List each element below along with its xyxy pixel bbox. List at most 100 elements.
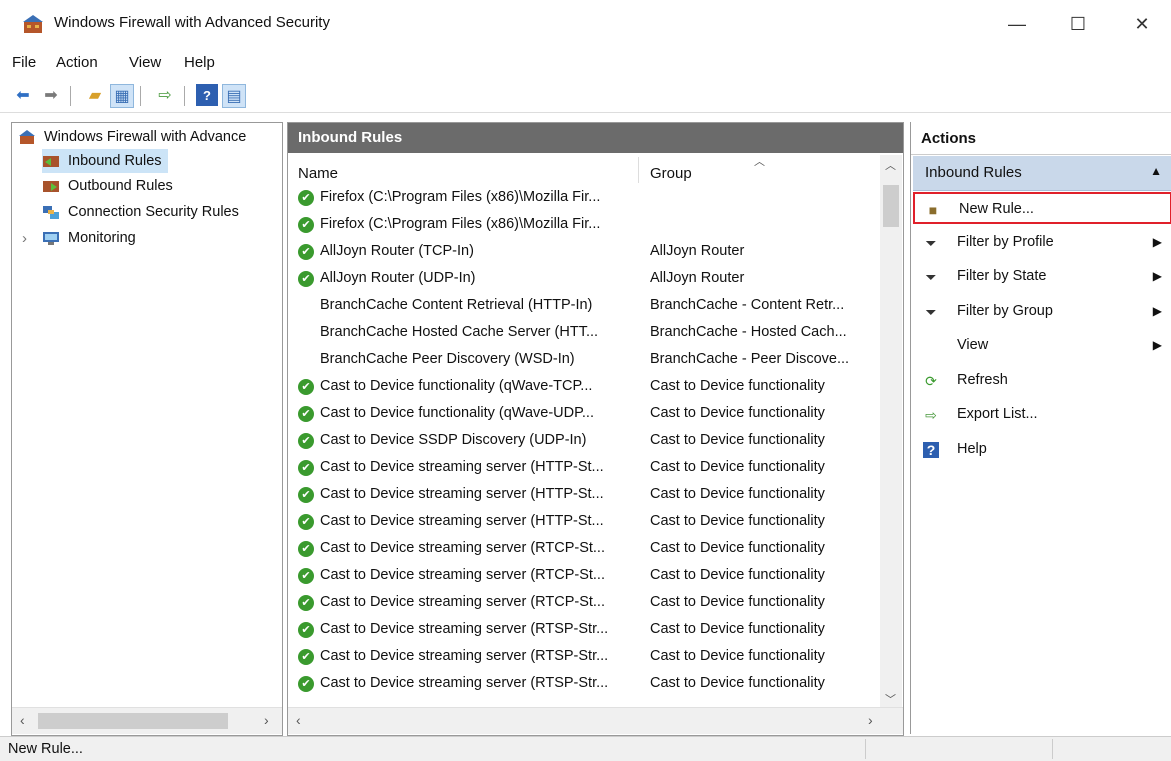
export-list-icon[interactable]: ⇨ bbox=[154, 84, 176, 106]
rule-enabled-check-icon: ✔ bbox=[298, 622, 314, 638]
rules-horizontal-scrollbar[interactable]: ‹ › bbox=[288, 707, 903, 734]
filter-icon: ⏷ bbox=[925, 234, 937, 251]
submenu-arrow-icon: ▶ bbox=[1152, 269, 1162, 283]
rules-vertical-scrollbar[interactable]: ︿ ﹀ bbox=[880, 155, 902, 707]
rule-row[interactable]: ✔ Cast to Device functionality (qWave-UDP… bbox=[288, 401, 878, 428]
rule-name: Cast to Device streaming server (HTTP-St… bbox=[320, 459, 604, 475]
rule-name: Cast to Device streaming server (HTTP-St… bbox=[320, 513, 604, 529]
collapse-caret-icon[interactable]: ▲ bbox=[1150, 164, 1162, 178]
rule-group: AllJoyn Router bbox=[650, 243, 745, 259]
rule-group: AllJoyn Router bbox=[650, 270, 745, 286]
action-export-list[interactable]: ⇨ Export List... bbox=[913, 399, 1171, 431]
menu-file[interactable]: File bbox=[12, 54, 36, 71]
menu-view[interactable]: View bbox=[129, 54, 161, 71]
scroll-down-icon[interactable]: ﹀ bbox=[885, 691, 896, 707]
column-divider[interactable] bbox=[638, 157, 639, 183]
scroll-right-icon[interactable]: › bbox=[264, 712, 269, 728]
submenu-arrow-icon: ▶ bbox=[1152, 234, 1162, 249]
close-button[interactable]: ✕ bbox=[1120, 6, 1164, 42]
column-header-group[interactable]: Group bbox=[650, 165, 692, 182]
tree-root[interactable]: Windows Firewall with Advance bbox=[18, 125, 246, 149]
rule-row[interactable]: ✔ AllJoyn Router (UDP-In) AllJoyn Router bbox=[288, 266, 878, 293]
back-arrow-icon[interactable]: ⬅ bbox=[12, 84, 34, 106]
rule-enabled-check-icon: ✔ bbox=[298, 244, 314, 260]
action-label: Help bbox=[957, 440, 987, 457]
scroll-right-icon[interactable]: › bbox=[868, 712, 873, 728]
column-header-name[interactable]: Name bbox=[298, 165, 338, 182]
tree-item-label: Monitoring bbox=[68, 230, 136, 246]
rule-row[interactable]: ✔ Firefox (C:\Program Files (x86)\Mozilla… bbox=[288, 212, 878, 239]
rule-group: Cast to Device functionality bbox=[650, 621, 825, 637]
action-filter-by-profile[interactable]: ⏷ Filter by Profile ▶ bbox=[913, 227, 1171, 259]
forward-arrow-icon[interactable]: ➡ bbox=[40, 84, 62, 106]
up-folder-icon[interactable]: ▰ bbox=[84, 84, 106, 106]
maximize-button[interactable]: ☐ bbox=[1056, 6, 1100, 42]
rule-enabled-check-icon: ✔ bbox=[298, 676, 314, 692]
menu-help[interactable]: Help bbox=[184, 54, 215, 71]
action-label: Filter by Profile bbox=[957, 233, 1054, 250]
rule-row[interactable]: BranchCache Hosted Cache Server (HTT... B… bbox=[288, 320, 878, 347]
rule-row[interactable]: ✔ Cast to Device streaming server (HTTP-S… bbox=[288, 482, 878, 509]
tree-item-monitoring[interactable]: › Monitoring bbox=[22, 226, 136, 250]
show-console-tree-icon[interactable]: ▦ bbox=[110, 84, 134, 108]
rule-group: BranchCache - Hosted Cach... bbox=[650, 324, 847, 340]
status-divider bbox=[865, 739, 866, 759]
rule-group: Cast to Device functionality bbox=[650, 675, 825, 691]
rule-row[interactable]: ✔ Cast to Device streaming server (RTCP-S… bbox=[288, 563, 878, 590]
action-filter-by-group[interactable]: ⏷ Filter by Group ▶ bbox=[913, 296, 1171, 328]
action-refresh[interactable]: ⟳ Refresh bbox=[913, 365, 1171, 397]
action-label: Filter by State bbox=[957, 268, 1047, 284]
tree-item-connection-security-rules[interactable]: Connection Security Rules bbox=[42, 200, 239, 224]
rule-row[interactable]: ✔ Firefox (C:\Program Files (x86)\Mozilla… bbox=[288, 185, 878, 212]
action-help[interactable]: ? Help bbox=[913, 434, 1171, 466]
firewall-app-icon bbox=[23, 15, 43, 33]
rule-group: Cast to Device functionality bbox=[650, 567, 825, 583]
status-divider bbox=[1052, 739, 1053, 759]
expand-chevron-icon[interactable]: › bbox=[22, 230, 38, 247]
action-view[interactable]: View ▶ bbox=[913, 330, 1171, 362]
rule-row[interactable]: BranchCache Content Retrieval (HTTP-In) B… bbox=[288, 293, 878, 320]
rule-row[interactable]: ✔ AllJoyn Router (TCP-In) AllJoyn Router bbox=[288, 239, 878, 266]
scroll-thumb[interactable] bbox=[38, 713, 228, 729]
rule-enabled-check-icon: ✔ bbox=[298, 406, 314, 422]
help-icon[interactable]: ? bbox=[196, 84, 218, 106]
action-filter-by-state[interactable]: ⏷ Filter by State ▶ bbox=[913, 261, 1171, 293]
rule-name: Cast to Device SSDP Discovery (UDP-In) bbox=[320, 432, 587, 448]
rule-row[interactable]: ✔ Cast to Device SSDP Discovery (UDP-In) C… bbox=[288, 428, 878, 455]
rule-row[interactable]: ✔ Cast to Device streaming server (RTSP-S… bbox=[288, 644, 878, 671]
sort-ascending-icon: ︿ bbox=[754, 156, 765, 168]
rule-enabled-check-icon: ✔ bbox=[298, 514, 314, 530]
action-label: View bbox=[957, 337, 989, 353]
toolbar-separator bbox=[140, 86, 141, 106]
scroll-up-icon[interactable]: ︿ bbox=[885, 157, 896, 173]
scroll-left-icon[interactable]: ‹ bbox=[296, 712, 301, 728]
scroll-left-icon[interactable]: ‹ bbox=[20, 712, 25, 728]
rule-row[interactable]: ✔ Cast to Device streaming server (HTTP-S… bbox=[288, 509, 878, 536]
rule-row[interactable]: ✔ Cast to Device streaming server (RTSP-S… bbox=[288, 617, 878, 644]
rule-row[interactable]: ✔ Cast to Device streaming server (RTCP-S… bbox=[288, 590, 878, 617]
rules-pane-title: Inbound Rules bbox=[298, 129, 403, 146]
rule-row[interactable]: ✔ Cast to Device streaming server (RTSP-S… bbox=[288, 671, 878, 698]
tree-horizontal-scrollbar[interactable]: ‹ › bbox=[12, 707, 282, 734]
rule-enabled-check-icon: ✔ bbox=[298, 487, 314, 503]
rule-enabled-check-icon: ✔ bbox=[298, 568, 314, 584]
refresh-icon: ⟳ bbox=[925, 372, 937, 389]
scroll-thumb[interactable] bbox=[883, 185, 899, 227]
actions-title-bar: Actions bbox=[911, 122, 1171, 155]
rule-name: BranchCache Peer Discovery (WSD-In) bbox=[320, 351, 575, 367]
tree-item-outbound-rules[interactable]: Outbound Rules bbox=[42, 174, 173, 198]
rule-row[interactable]: ✔ Cast to Device streaming server (HTTP-S… bbox=[288, 455, 878, 482]
action-label: Filter by Group bbox=[957, 302, 1053, 319]
show-action-pane-icon[interactable]: ▤ bbox=[222, 84, 246, 108]
action-new-rule[interactable]: ■ New Rule... bbox=[913, 192, 1171, 224]
rule-enabled-check-icon: ✔ bbox=[298, 379, 314, 395]
actions-section-inbound-rules[interactable]: Inbound Rules ▲ bbox=[913, 156, 1171, 191]
monitoring-icon bbox=[43, 232, 59, 245]
tree-item-inbound-rules[interactable]: Inbound Rules bbox=[42, 149, 168, 173]
rule-row[interactable]: ✔ Cast to Device functionality (qWave-TCP… bbox=[288, 374, 878, 401]
menu-action[interactable]: Action bbox=[56, 54, 98, 71]
rule-row[interactable]: ✔ Cast to Device streaming server (RTCP-S… bbox=[288, 536, 878, 563]
rule-group: Cast to Device functionality bbox=[650, 648, 825, 664]
minimize-button[interactable]: — bbox=[995, 6, 1039, 42]
rule-row[interactable]: BranchCache Peer Discovery (WSD-In) Branc… bbox=[288, 347, 878, 374]
